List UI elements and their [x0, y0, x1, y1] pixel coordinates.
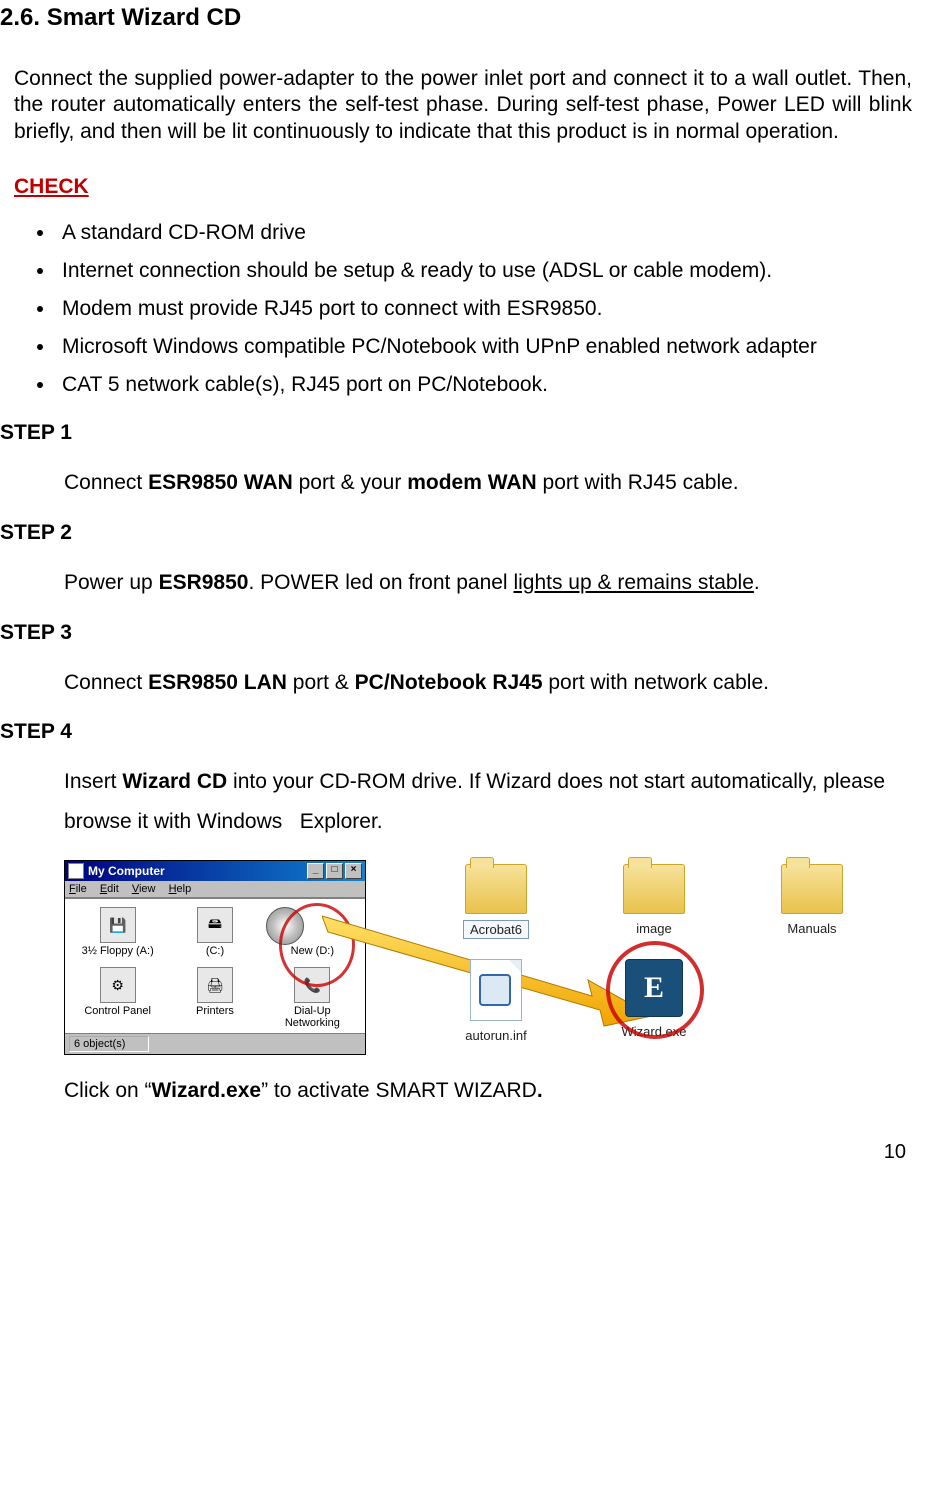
- folder-icon: [623, 864, 685, 914]
- text-bold: ESR9850: [159, 571, 249, 594]
- text: port with network cable.: [543, 671, 769, 694]
- list-item: A standard CD-ROM drive: [56, 221, 924, 245]
- step3-label: STEP 3: [0, 621, 924, 645]
- step2-body: Power up ESR9850. POWER led on front pan…: [64, 563, 924, 603]
- intro-paragraph: Connect the supplied power-adapter to th…: [14, 66, 912, 145]
- window-titlebar: My Computer _ □ ×: [65, 861, 365, 881]
- printers: 🖨 Printers: [168, 967, 261, 1029]
- empty-cell: [742, 959, 882, 1044]
- text: port &: [287, 671, 355, 694]
- figure-row: My Computer _ □ × FFileile Edit View Hel…: [64, 860, 924, 1055]
- text-bold: .: [537, 1079, 543, 1102]
- text: Power up: [64, 571, 159, 594]
- window-menubar: FFileile Edit View Help: [65, 881, 365, 898]
- text-bold: ESR9850 LAN: [148, 671, 287, 694]
- folder-label: Acrobat6: [463, 920, 529, 939]
- window-statusbar: 6 object(s): [65, 1033, 365, 1054]
- mycomputer-icon: [68, 863, 84, 879]
- folder-manuals: Manuals: [742, 864, 882, 939]
- section-heading: 2.6. Smart Wizard CD: [0, 4, 924, 32]
- text: Connect: [64, 671, 148, 694]
- step4-body: Insert Wizard CD into your CD-ROM drive.…: [64, 762, 924, 842]
- control-panel: ⚙ Control Panel: [71, 967, 164, 1029]
- item-label: Printers: [168, 1005, 261, 1017]
- text-bold: modem WAN: [407, 471, 537, 494]
- text-bold: Wizard.exe: [152, 1079, 262, 1102]
- file-label: autorun.inf: [459, 1027, 532, 1044]
- menu-file: FFileile: [69, 883, 87, 895]
- list-item: Microsoft Windows compatible PC/Notebook…: [56, 335, 924, 359]
- text: ” to activate SMART WIZARD: [261, 1079, 537, 1102]
- dialup-icon: 📞: [294, 967, 330, 1003]
- minimize-icon: _: [307, 863, 324, 879]
- item-label: Dial-Up Networking: [266, 1005, 359, 1029]
- folder-icon: [465, 864, 527, 914]
- mycomputer-window: My Computer _ □ × FFileile Edit View Hel…: [64, 860, 366, 1055]
- file-wizard: E Wizard.exe: [584, 959, 724, 1044]
- list-item: CAT 5 network cable(s), RJ45 port on PC/…: [56, 373, 924, 397]
- folder-icon: [781, 864, 843, 914]
- step1-body: Connect ESR9850 WAN port & your modem WA…: [64, 463, 924, 503]
- status-text: 6 object(s): [69, 1036, 149, 1052]
- after-figure-text: Click on “Wizard.exe” to activate SMART …: [64, 1079, 924, 1103]
- close-icon: ×: [345, 863, 362, 879]
- text-underline: lights up & remains stable: [513, 571, 753, 594]
- text: .: [754, 571, 760, 594]
- file-label: Wizard.exe: [615, 1023, 692, 1040]
- page-number: 10: [0, 1141, 906, 1164]
- text: port & your: [293, 471, 407, 494]
- cd-icon: [266, 907, 304, 945]
- check-list: A standard CD-ROM drive Internet connect…: [0, 221, 924, 397]
- menu-help: Help: [169, 883, 192, 895]
- drive-label: New (D:): [266, 945, 359, 957]
- check-heading: CHECK: [14, 175, 924, 199]
- folder-label: image: [630, 920, 677, 937]
- window-body: 💾 3½ Floppy (A:) 🖴 (C:) New (D:) ⚙ Contr…: [65, 898, 365, 1033]
- text: port with RJ45 cable.: [537, 471, 739, 494]
- folder-panel: Acrobat6 image Manuals autorun.inf E Wiz…: [426, 864, 882, 1044]
- step4-label: STEP 4: [0, 720, 924, 744]
- text: Connect: [64, 471, 148, 494]
- item-label: Control Panel: [71, 1005, 164, 1017]
- text-bold: ESR9850 WAN: [148, 471, 293, 494]
- floppy-icon: 💾: [100, 907, 136, 943]
- text: Insert: [64, 770, 122, 793]
- step2-label: STEP 2: [0, 521, 924, 545]
- list-item: Internet connection should be setup & re…: [56, 259, 924, 283]
- text: . POWER led on front panel: [248, 571, 513, 594]
- folder-acrobat: Acrobat6: [426, 864, 566, 939]
- text: Click on “: [64, 1079, 152, 1102]
- controlpanel-icon: ⚙: [100, 967, 136, 1003]
- drive-c: 🖴 (C:): [168, 907, 261, 957]
- maximize-icon: □: [326, 863, 343, 879]
- drive-floppy: 💾 3½ Floppy (A:): [71, 907, 164, 957]
- text-bold: Wizard CD: [122, 770, 227, 793]
- inf-file-icon: [470, 959, 522, 1021]
- folder-label: Manuals: [781, 920, 842, 937]
- drive-label: (C:): [168, 945, 261, 957]
- folder-image: image: [584, 864, 724, 939]
- drive-cd: New (D:): [266, 907, 359, 957]
- file-autorun: autorun.inf: [426, 959, 566, 1044]
- menu-view: View: [132, 883, 156, 895]
- menu-edit: Edit: [100, 883, 119, 895]
- text-bold: PC/Notebook RJ45: [355, 671, 543, 694]
- dialup: 📞 Dial-Up Networking: [266, 967, 359, 1029]
- list-item: Modem must provide RJ45 port to connect …: [56, 297, 924, 321]
- drive-label: 3½ Floppy (A:): [71, 945, 164, 957]
- printer-icon: 🖨: [197, 967, 233, 1003]
- wizard-exe-icon: E: [625, 959, 683, 1017]
- step3-body: Connect ESR9850 LAN port & PC/Notebook R…: [64, 663, 924, 703]
- window-title: My Computer: [88, 864, 165, 878]
- hdd-icon: 🖴: [197, 907, 233, 943]
- step1-label: STEP 1: [0, 421, 924, 445]
